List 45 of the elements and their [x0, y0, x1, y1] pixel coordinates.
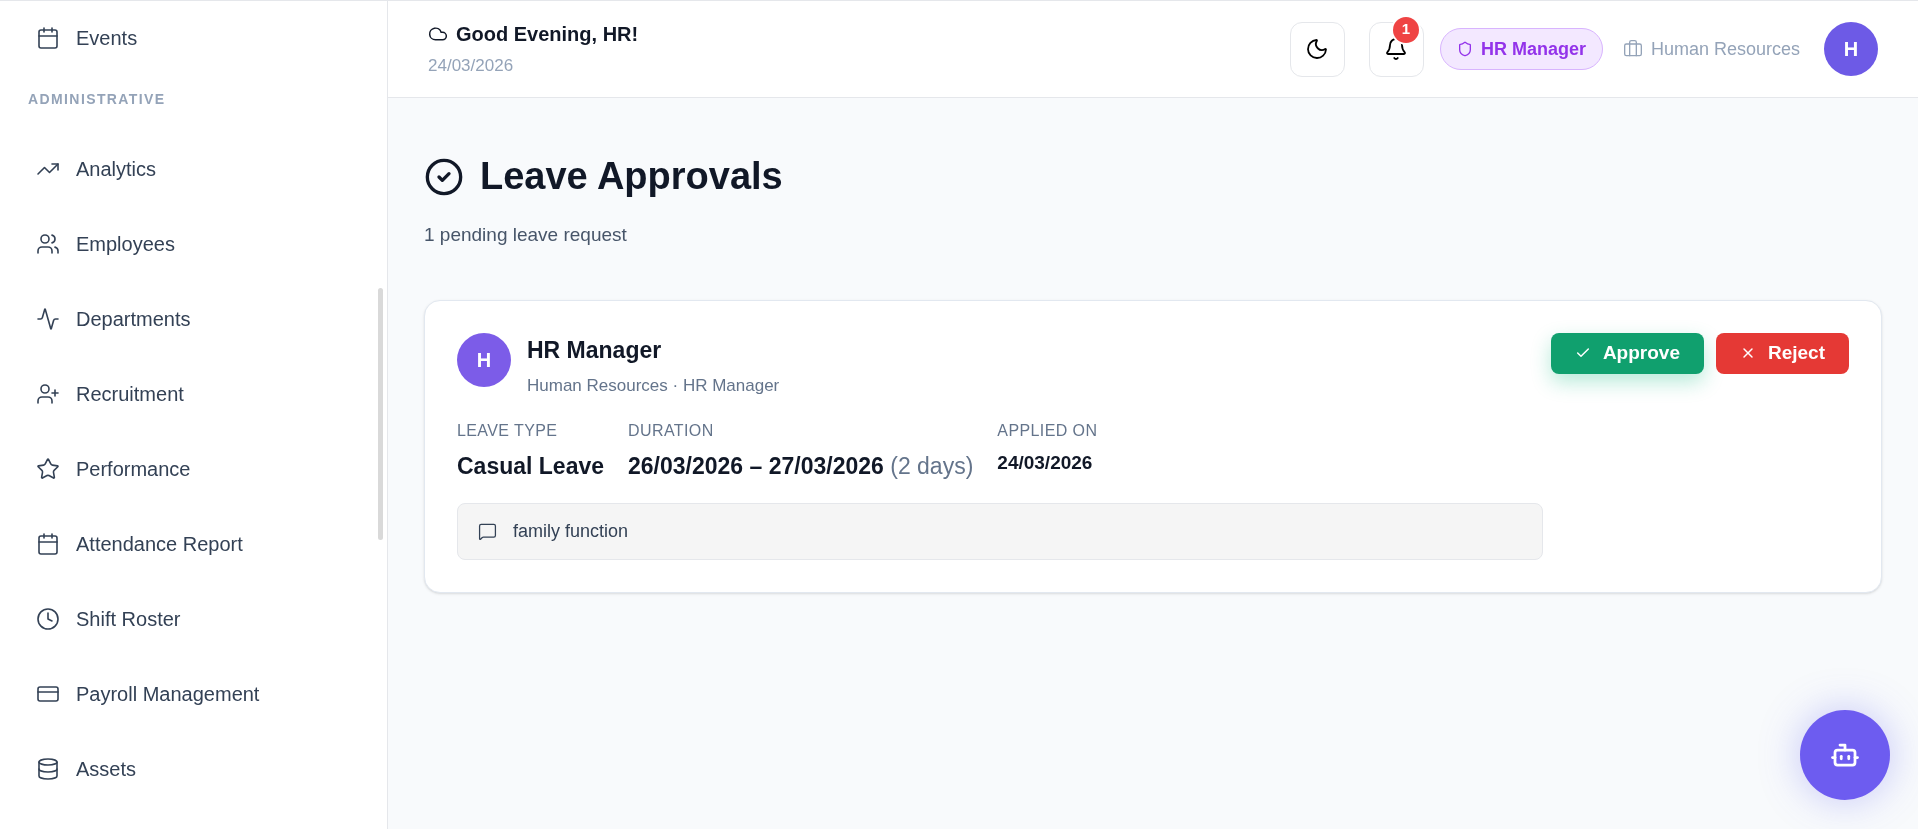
shield-icon — [1456, 41, 1473, 57]
calendar-icon — [36, 25, 60, 50]
field-value: 26/03/2026 – 27/03/2026 (2 days) — [628, 451, 974, 481]
moon-icon — [1305, 37, 1330, 61]
page-title: Leave Approvals — [480, 154, 783, 199]
star-icon — [36, 456, 60, 481]
date-text: 24/03/2026 — [428, 55, 515, 78]
requester-name: HR Manager — [527, 335, 663, 365]
pulse-icon — [36, 306, 60, 331]
greeting: Good Evening, HR! — [456, 22, 639, 48]
role-badge: HR Manager — [1439, 28, 1603, 70]
department-label: Human Resources — [1622, 35, 1800, 63]
check-circle-icon — [424, 156, 464, 197]
sidebar-item[interactable]: Employees — [0, 206, 387, 281]
users-icon — [36, 231, 60, 256]
sidebar-item[interactable]: Assets — [0, 731, 387, 806]
requester-meta: Human Resources · HR Manager — [527, 375, 780, 397]
clock-icon — [36, 606, 60, 631]
theme-toggle-button[interactable] — [1289, 21, 1345, 77]
field-value: Casual Leave — [457, 451, 605, 481]
notification-badge: 1 — [1392, 16, 1419, 43]
sidebar-item[interactable]: Shift Roster — [0, 581, 387, 656]
reason-text: family function — [513, 520, 629, 543]
field-label: APPLIED ON — [997, 420, 1098, 441]
sidebar-item[interactable]: Attendance Report — [0, 506, 387, 581]
user-avatar[interactable]: H — [1824, 22, 1878, 76]
database-icon — [36, 756, 60, 781]
briefcase-icon — [1622, 39, 1643, 59]
page-subtitle: 1 pending leave request — [424, 223, 628, 247]
sidebar-item[interactable]: Performance — [0, 431, 387, 506]
field-label: LEAVE TYPE — [457, 420, 559, 441]
requester-avatar: H — [457, 332, 511, 387]
scrollbar[interactable] — [378, 288, 383, 540]
section-heading: ADMINISTRATIVE — [28, 91, 166, 107]
calendar-icon — [36, 531, 60, 556]
sidebar-item[interactable]: Departments — [0, 281, 387, 356]
sidebar-item[interactable]: Payroll Management — [0, 656, 387, 731]
field-label: DURATION — [628, 420, 715, 441]
field-value: 24/03/2026 — [997, 450, 1094, 475]
comment-icon — [478, 522, 497, 541]
sidebar-item[interactable]: Recruitment — [0, 356, 387, 431]
sidebar-item[interactable]: Events — [0, 1, 387, 75]
sidebar-item[interactable]: Analytics — [0, 131, 387, 206]
reject-button[interactable]: Reject — [1715, 332, 1849, 374]
user-plus-icon — [36, 381, 60, 406]
